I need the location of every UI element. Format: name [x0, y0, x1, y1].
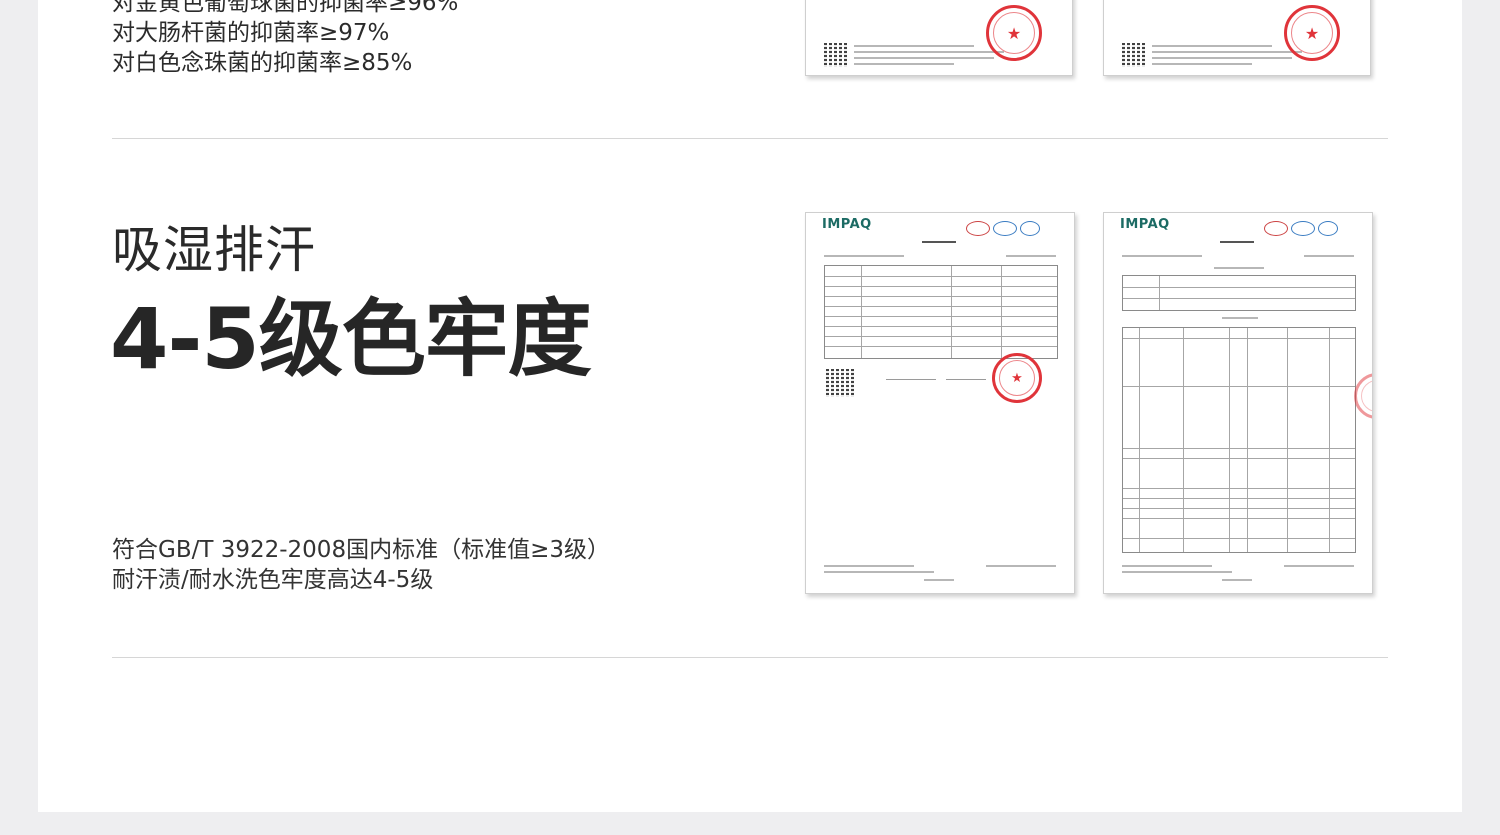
section-divider [112, 657, 1388, 658]
section-subtitle: 吸湿排汗 [112, 221, 316, 279]
qr-code-icon [826, 369, 854, 397]
sample-info-table [1122, 275, 1356, 311]
report-image-top-left: ★ [805, 0, 1073, 76]
antibacterial-rates: 对金黄色葡萄球菌的抑菌率≥96% 对大肠杆菌的抑菌率≥97% 对白色念珠菌的抑菌… [112, 0, 458, 78]
red-seal-stamp-icon: ★ [986, 5, 1042, 61]
rate-line-candida: 对白色念珠菌的抑菌率≥85% [112, 50, 413, 76]
report-table [824, 265, 1058, 359]
fastness-line: 耐汗渍/耐水洗色牢度高达4-5级 [112, 567, 434, 593]
test-report-image-1: IMPAQ ★ [805, 212, 1075, 594]
test-report-image-2: IMPAQ ★ [1103, 212, 1373, 594]
content-card: 对金黄色葡萄球菌的抑菌率≥96% 对大肠杆菌的抑菌率≥97% 对白色念珠菌的抑菌… [38, 0, 1462, 812]
section-title: 4-5级色牢度 [110, 290, 592, 388]
qr-code-icon [1122, 43, 1146, 67]
standard-line: 符合GB/T 3922-2008国内标准（标准值≥3级） [112, 537, 610, 563]
section-description: 符合GB/T 3922-2008国内标准（标准值≥3级） 耐汗渍/耐水洗色牢度高… [112, 535, 610, 595]
qr-code-icon [824, 43, 848, 67]
red-seal-stamp-icon: ★ [1284, 5, 1340, 61]
report-image-top-right: ★ [1103, 0, 1371, 76]
red-seal-stamp-icon: ★ [992, 353, 1042, 403]
section-divider [112, 138, 1388, 139]
impaq-logo: IMPAQ [1120, 217, 1170, 232]
certification-badge-icon [966, 221, 1040, 236]
certification-badge-icon [1264, 221, 1338, 236]
rate-line-staphylococcus: 对金黄色葡萄球菌的抑菌率≥96% [112, 0, 459, 16]
rate-line-ecoli: 对大肠杆菌的抑菌率≥97% [112, 20, 390, 46]
red-seal-stamp-icon: ★ [1354, 373, 1372, 419]
results-table [1122, 327, 1356, 553]
impaq-logo: IMPAQ [822, 217, 872, 232]
